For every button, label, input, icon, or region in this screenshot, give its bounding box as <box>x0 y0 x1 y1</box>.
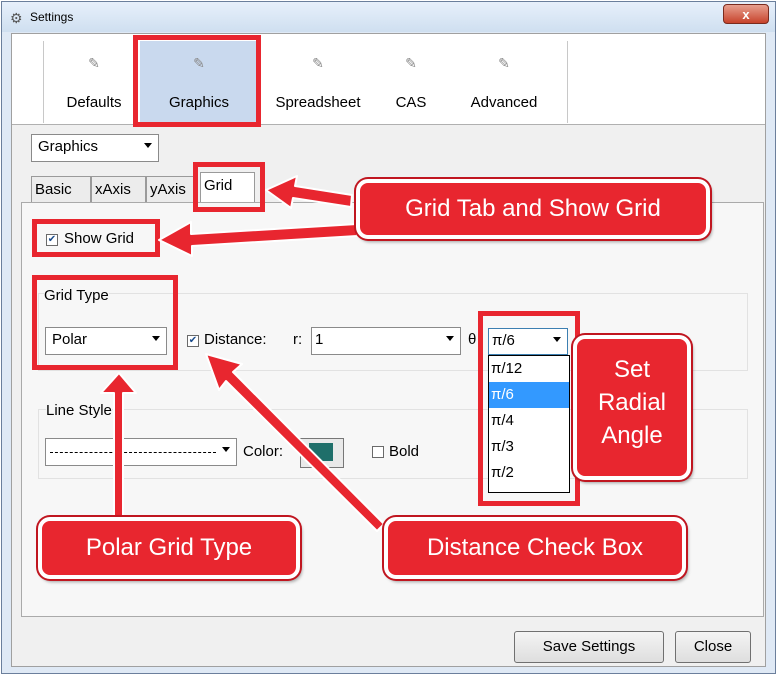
polar-grid-callout: Polar Grid Type <box>38 517 300 579</box>
arrow-to-distance-checkbox <box>205 353 385 532</box>
radial-callout-line: Angle <box>601 422 663 449</box>
grid-tab-callout: Grid Tab and Show Grid <box>356 179 710 239</box>
distance-callout: Distance Check Box <box>384 517 686 579</box>
arrow-to-show-grid <box>158 221 358 257</box>
arrow-to-grid-type <box>100 372 137 521</box>
radial-callout-line: Radial <box>597 389 667 416</box>
radial-angle-callout: Set Radial Angle <box>573 335 691 480</box>
arrow-to-grid-tab <box>265 175 353 209</box>
tab-grid[interactable]: Grid <box>200 172 255 202</box>
radial-callout-line: Set <box>613 356 651 383</box>
